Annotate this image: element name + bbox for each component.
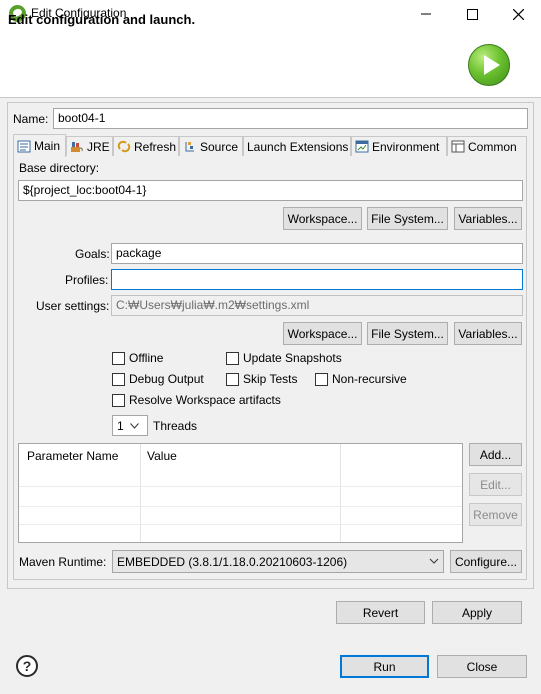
close-window-button[interactable] [495, 0, 541, 28]
update-snapshots-label: Update Snapshots [243, 351, 342, 365]
tab-common-label: Common [468, 139, 517, 154]
revert-button[interactable]: Revert [336, 601, 425, 624]
maximize-button[interactable] [449, 0, 495, 28]
maven-runtime-label: Maven Runtime: [19, 555, 107, 569]
name-label: Name: [13, 112, 49, 126]
chevron-down-icon [129, 422, 139, 429]
table-row [19, 524, 462, 525]
minimize-icon [421, 13, 431, 15]
user-settings-file-system-button[interactable]: File System... [367, 322, 448, 345]
tab-bar: Main JRE Refresh Source Launch Extension… [13, 134, 527, 157]
name-input[interactable]: boot04-1 [53, 108, 528, 129]
maximize-icon [466, 8, 478, 20]
checkbox-box [112, 393, 125, 407]
profiles-input[interactable] [111, 269, 523, 290]
common-icon [451, 140, 465, 153]
table-row [19, 486, 462, 487]
checkbox-box [226, 351, 239, 365]
variables-button[interactable]: Variables... [454, 207, 522, 230]
debug-output-label: Debug Output [129, 372, 204, 386]
offline-checkbox[interactable]: Offline [112, 351, 163, 365]
skip-tests-label: Skip Tests [243, 372, 298, 386]
add-parameter-button[interactable]: Add... [469, 443, 522, 466]
debug-output-checkbox[interactable]: Debug Output [112, 372, 204, 386]
tab-source-label: Source [200, 139, 239, 154]
remove-parameter-button[interactable]: Remove [469, 503, 522, 526]
tab-launch-extensions-label: Launch Extensions [247, 139, 349, 154]
goals-input[interactable]: package [111, 243, 523, 264]
threads-select[interactable]: 1 [112, 415, 148, 436]
tab-environment[interactable]: Environment [351, 136, 447, 156]
user-settings-input[interactable]: C:₩Users₩julia₩.m2₩settings.xml [111, 295, 523, 316]
update-snapshots-checkbox[interactable]: Update Snapshots [226, 351, 342, 365]
tab-main-label: Main [34, 139, 61, 153]
user-settings-label: User settings: [36, 299, 110, 313]
source-icon [183, 140, 197, 153]
close-icon [512, 8, 524, 20]
base-directory-input[interactable]: ${project_loc:boot04-1} [18, 180, 523, 201]
tab-launch-extensions[interactable]: Launch Extensions [243, 136, 351, 156]
parameter-table[interactable]: Parameter Name Value [18, 443, 463, 543]
maven-runtime-select[interactable]: EMBEDDED (3.8.1/1.18.0.20210603-1206) [112, 550, 444, 573]
offline-label: Offline [129, 351, 164, 365]
column-header-value[interactable]: Value [147, 449, 177, 463]
non-recursive-checkbox[interactable]: Non-recursive [315, 372, 407, 386]
checkbox-box [226, 372, 239, 386]
resolve-workspace-label: Resolve Workspace artifacts [129, 393, 281, 407]
tab-environment-label: Environment [372, 139, 440, 154]
tab-common[interactable]: Common [447, 136, 527, 156]
tab-jre[interactable]: JRE [66, 136, 113, 156]
refresh-icon [117, 140, 131, 153]
non-recursive-label: Non-recursive [332, 372, 407, 386]
tab-refresh[interactable]: Refresh [113, 136, 179, 156]
tab-refresh-label: Refresh [134, 139, 177, 154]
edit-parameter-button[interactable]: Edit... [469, 473, 522, 496]
file-system-button[interactable]: File System... [367, 207, 448, 230]
user-settings-variables-button[interactable]: Variables... [454, 322, 522, 345]
apply-button[interactable]: Apply [432, 601, 522, 624]
profiles-label: Profiles: [65, 273, 109, 287]
checkbox-box [112, 351, 125, 365]
configure-runtime-button[interactable]: Configure... [450, 550, 522, 573]
tab-main[interactable]: Main [13, 134, 66, 157]
minimize-button[interactable] [403, 0, 449, 28]
maven-runtime-value: EMBEDDED (3.8.1/1.18.0.20210603-1206) [117, 554, 348, 569]
launch-run-icon [468, 44, 510, 86]
main-tab-icon [17, 140, 31, 153]
column-header-parameter-name[interactable]: Parameter Name [27, 449, 118, 463]
tab-jre-label: JRE [87, 139, 110, 154]
dialog-header [0, 28, 541, 98]
threads-value: 1 [117, 418, 124, 433]
header-title: Edit configuration and launch. [8, 12, 196, 27]
goals-label: Goals: [75, 247, 110, 261]
run-button[interactable]: Run [340, 655, 429, 678]
threads-label: Threads [153, 419, 198, 433]
checkbox-box [315, 372, 328, 386]
checkbox-box [112, 372, 125, 386]
skip-tests-checkbox[interactable]: Skip Tests [226, 372, 297, 386]
workspace-button[interactable]: Workspace... [283, 207, 362, 230]
close-button[interactable]: Close [437, 655, 527, 678]
jre-icon [70, 140, 84, 153]
help-icon[interactable]: ? [16, 655, 38, 677]
chevron-down-icon [429, 555, 439, 570]
user-settings-workspace-button[interactable]: Workspace... [283, 322, 362, 345]
table-row [19, 506, 462, 507]
resolve-workspace-checkbox[interactable]: Resolve Workspace artifacts [112, 393, 281, 407]
base-directory-label: Base directory: [19, 161, 100, 175]
environment-icon [355, 140, 369, 153]
tab-source[interactable]: Source [179, 136, 243, 156]
